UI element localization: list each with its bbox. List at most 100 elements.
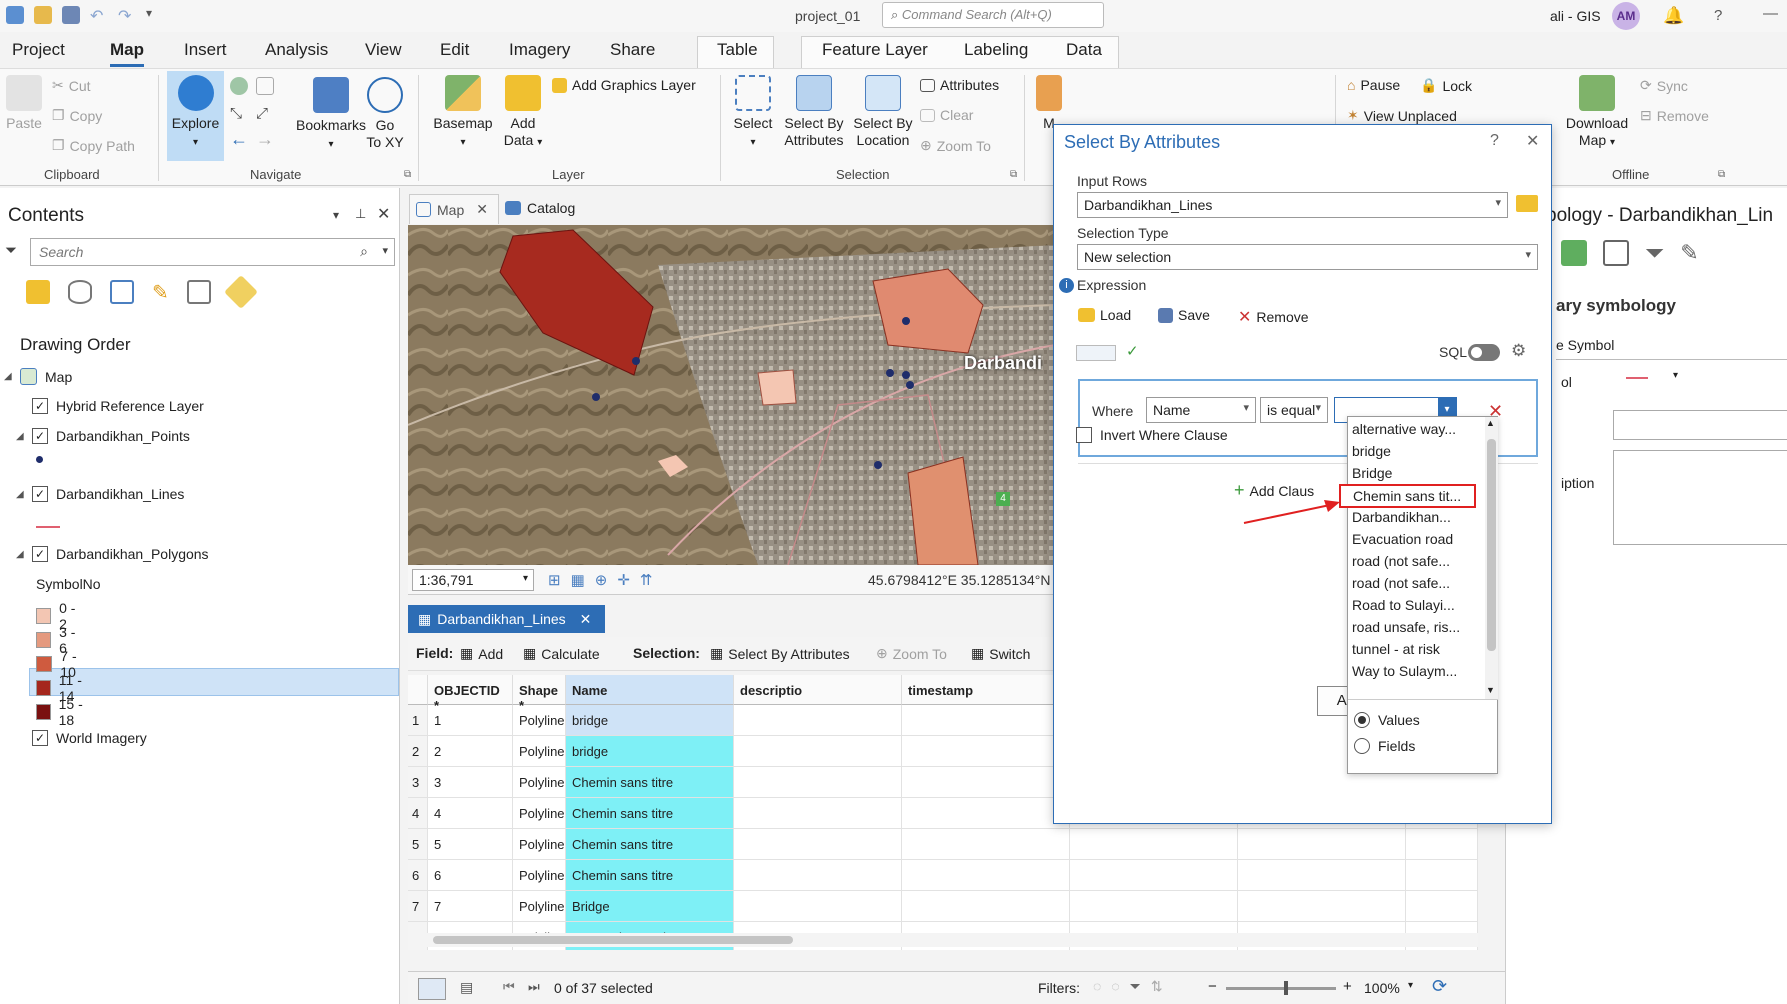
zoom-in-arrows-icon[interactable]: ⤡ (230, 105, 242, 122)
table-cell-id[interactable]: 1 (428, 705, 513, 736)
table-select-by-attributes-button[interactable]: ▦ Select By Attributes (710, 645, 850, 662)
scale-selector[interactable]: 1:36,791 ▾ (412, 569, 534, 591)
sql-toggle[interactable] (1468, 344, 1500, 361)
list-by-drawing-order-icon[interactable] (26, 280, 50, 304)
tab-map-view[interactable]: Map ✕ (409, 194, 499, 224)
table-cell[interactable] (734, 860, 902, 891)
table-cell-n[interactable]: 1 (408, 705, 428, 736)
pause-button[interactable]: ⌂ Pause (1347, 77, 1400, 93)
table-cell-id[interactable]: 6 (428, 860, 513, 891)
polygons-layer-checkbox[interactable]: ✓ (32, 546, 48, 562)
sort-icon[interactable]: ⇅ (1151, 978, 1163, 995)
zoom-out-table-icon[interactable]: − (1208, 978, 1217, 995)
hybrid-layer-checkbox[interactable]: ✓ (32, 398, 48, 414)
table-cell-shape[interactable]: Polyline (513, 891, 566, 922)
invert-where-clause[interactable]: Invert Where Clause (1076, 427, 1228, 443)
previous-extent-icon[interactable]: ← (230, 129, 248, 150)
basemap-button[interactable]: Basemap ▾ (428, 75, 498, 151)
table-cell-n[interactable]: 6 (408, 860, 428, 891)
table-cell[interactable] (734, 891, 902, 922)
vary-symbology-icon[interactable] (1603, 240, 1629, 266)
column-timestamp[interactable]: timestamp (902, 675, 1070, 705)
filter-table-icon[interactable]: ⏷ (1130, 978, 1141, 995)
grid-icon[interactable]: ▦ (571, 571, 585, 589)
table-cell[interactable] (1406, 891, 1478, 922)
table-cell[interactable] (1238, 829, 1406, 860)
radio-fields-indicator[interactable] (1354, 738, 1370, 754)
table-cell-name[interactable]: Bridge (566, 891, 734, 922)
new-project-icon[interactable] (6, 6, 24, 24)
clear-selection-button[interactable]: Clear (920, 107, 973, 123)
command-search-input[interactable]: ⌕ Command Search (Alt+Q) (882, 2, 1104, 28)
gear-icon[interactable]: ⚙ (1511, 341, 1526, 361)
table-zoom-slider[interactable] (1226, 981, 1336, 995)
table-cell-shape[interactable]: Polyline (513, 798, 566, 829)
value-option[interactable]: road unsafe, ris... (1352, 619, 1460, 635)
notification-bell-icon[interactable]: 🔔 (1663, 6, 1684, 26)
attribute-table-tab[interactable]: ▦ Darbandikhan_Lines ✕ (408, 605, 605, 633)
select-button[interactable]: Select ▾ (730, 75, 776, 151)
table-cell[interactable] (734, 767, 902, 798)
list-by-snapping-icon[interactable] (186, 280, 211, 304)
chevron-down-icon[interactable]: ▾ (1673, 370, 1678, 381)
symbol-layers-icon[interactable]: ✎ (1680, 240, 1698, 268)
table-cell-n[interactable]: 3 (408, 767, 428, 798)
tab-analysis[interactable]: Analysis (265, 36, 328, 64)
cut-button[interactable]: ✂ Cut (52, 77, 91, 94)
dropdown-scrollbar[interactable]: ▲ ▼ (1485, 417, 1498, 699)
clause-mode-toggle-icon[interactable] (1076, 345, 1116, 361)
table-cell[interactable] (1070, 891, 1238, 922)
snapping-icon[interactable]: ⊕ (595, 571, 608, 589)
list-by-labeling-icon[interactable] (223, 275, 258, 309)
expand-points-icon[interactable]: ◢ (16, 431, 24, 442)
table-cell-n[interactable]: 2 (408, 736, 428, 767)
load-expression-button[interactable]: Load (1078, 307, 1131, 323)
scroll-up-icon[interactable]: ▲ (1486, 418, 1495, 428)
next-extent-icon[interactable]: → (256, 129, 274, 150)
column-shape[interactable]: Shape * (513, 675, 566, 713)
offline-dialog-launcher-icon[interactable]: ⧉ (1718, 169, 1725, 180)
table-cell-name[interactable]: Chemin sans titre (566, 767, 734, 798)
view-unplaced-button[interactable]: ✶ View Unplaced (1347, 107, 1457, 124)
table-cell-n[interactable]: 4 (408, 798, 428, 829)
verify-check-icon[interactable]: ✓ (1126, 342, 1139, 360)
column-name[interactable]: Name (566, 675, 734, 705)
toc-map[interactable]: Map (20, 368, 72, 385)
tab-labeling[interactable]: Labeling (964, 36, 1028, 64)
tab-share[interactable]: Share (610, 36, 655, 64)
show-selected-records-icon[interactable]: ▤ (460, 979, 473, 996)
tab-edit[interactable]: Edit (440, 36, 469, 64)
select-by-attributes-ribbon-button[interactable]: Select By Attributes (780, 75, 848, 149)
column-objectid[interactable]: OBJECTID * (428, 675, 513, 713)
zoom-out-arrows-icon[interactable]: ⤢ (256, 105, 268, 122)
sync-button[interactable]: ⟳ Sync (1640, 77, 1688, 94)
tab-project[interactable]: Project (12, 36, 65, 64)
operator-select[interactable]: is equal ▾ (1260, 397, 1328, 423)
copy-path-button[interactable]: ❐ Copy Path (52, 137, 135, 154)
table-cell[interactable] (902, 860, 1070, 891)
value-option[interactable]: Darbandikhan... (1352, 509, 1451, 525)
bookmarks-button[interactable]: Bookmarks ▾ (296, 77, 366, 153)
symbol-filter-icon[interactable]: ⏷ (1645, 240, 1664, 268)
tab-view[interactable]: View (365, 36, 402, 64)
navigate-dialog-launcher-icon[interactable]: ⧉ (404, 169, 411, 180)
switch-selection-button[interactable]: ▦ Switch (971, 645, 1030, 662)
open-project-icon[interactable] (34, 6, 52, 24)
dialog-help-button[interactable]: ? (1490, 132, 1499, 150)
dropdown-scroll-thumb[interactable] (1487, 439, 1496, 651)
label-input[interactable] (1613, 410, 1787, 440)
dialog-close-button[interactable]: ✕ (1526, 131, 1539, 151)
save-project-icon[interactable] (62, 6, 80, 24)
list-by-editing-icon[interactable]: ✎ (152, 280, 169, 305)
table-cell[interactable] (1238, 891, 1406, 922)
lines-layer-checkbox[interactable]: ✓ (32, 486, 48, 502)
table-cell[interactable] (902, 891, 1070, 922)
contents-search-input[interactable]: Search ⌕ ▾ (30, 238, 395, 266)
remove-expression-button[interactable]: ✕ Remove (1238, 307, 1309, 327)
scroll-down-icon[interactable]: ▼ (1486, 685, 1495, 695)
table-cell-name[interactable]: Chemin sans titre (566, 798, 734, 829)
table-cell[interactable] (902, 829, 1070, 860)
value-option[interactable]: Evacuation road (1352, 531, 1453, 547)
contents-options-icon[interactable]: ▾ (333, 208, 339, 222)
field-select[interactable]: Name ▾ (1146, 397, 1256, 423)
